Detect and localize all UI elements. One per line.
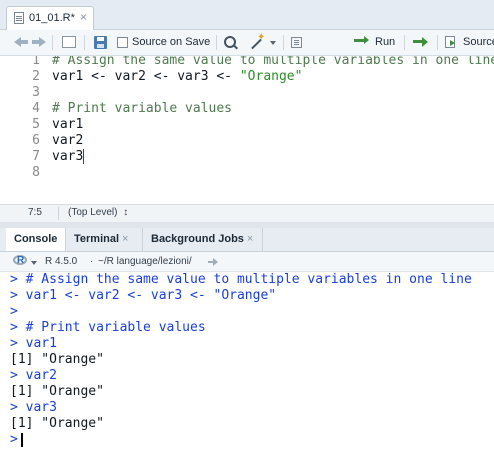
arrow-right-icon[interactable] (32, 36, 46, 48)
console-line: > var1 (10, 336, 57, 351)
console-line: > (10, 304, 18, 319)
text-cursor (83, 149, 85, 164)
code-editor[interactable]: 1 # Assign the same value to multiple va… (0, 56, 494, 204)
source-icon (445, 36, 455, 48)
console-line: [1] "Orange" (10, 416, 104, 431)
editor-status-bar: 7:5 (Top Level) ↕ (0, 204, 494, 222)
toolbar-separator (84, 35, 85, 50)
chevron-down-icon[interactable] (31, 261, 37, 265)
editor-toolbar: Source on Save Run Source (0, 30, 494, 56)
editor-tab-bar: 01_01.R* × (0, 0, 494, 30)
rerun-icon[interactable] (413, 36, 430, 48)
console-line: > # Assign the same value to multiple va… (10, 272, 472, 287)
r-file-icon (14, 12, 24, 24)
tab-label: Background Jobs (151, 233, 244, 245)
wand-icon[interactable] (249, 32, 265, 51)
code-token: var1 <- var2 <- var3 <- (52, 69, 240, 84)
share-icon[interactable] (208, 257, 218, 266)
toolbar-separator (283, 35, 284, 50)
line-number: 8 (32, 165, 40, 180)
save-icon[interactable] (94, 36, 107, 49)
line-number: 6 (32, 133, 40, 148)
cursor-position: 7:5 (28, 207, 42, 218)
scope-label: (Top Level) (68, 207, 118, 218)
line-number: 7 (32, 149, 40, 164)
toolbar-separator (437, 35, 438, 50)
show-in-window-icon[interactable] (62, 36, 76, 48)
tab-label: Terminal (74, 233, 120, 245)
close-icon[interactable]: × (122, 233, 128, 245)
tab-label: Console (14, 233, 58, 245)
prompt-symbol: > (10, 432, 18, 447)
code-line[interactable]: var3 (52, 149, 85, 165)
report-icon[interactable] (291, 37, 302, 48)
console-cursor (20, 432, 23, 447)
console-line: > # Print variable values (10, 320, 206, 335)
line-number: 2 (32, 69, 40, 84)
working-directory: ~/R language/lezioni/ (98, 256, 192, 267)
string-literal: "Orange" (239, 69, 303, 84)
close-tab-icon[interactable]: × (80, 10, 87, 24)
tab-console[interactable]: Console (6, 228, 66, 251)
code-line[interactable]: # Print variable values (52, 101, 232, 117)
scope-selector[interactable]: (Top Level) ↕ (68, 207, 128, 218)
editor-file-tab[interactable]: 01_01.R* × (6, 6, 94, 30)
line-number: 5 (32, 117, 40, 132)
console-info-bar: R R 4.5.0 · ~/R language/lezioni/ (0, 252, 494, 272)
close-icon[interactable]: × (247, 233, 253, 245)
line-number: 4 (32, 101, 40, 116)
console-line: > var3 (10, 400, 57, 415)
line-number: 3 (32, 85, 40, 100)
source-on-save-label: Source on Save (132, 36, 211, 48)
scope-arrows-icon: ↕ (123, 207, 129, 218)
console-output[interactable]: > # Assign the same value to multiple va… (0, 272, 494, 458)
toolbar-separator (404, 35, 405, 50)
r-logo-icon: R (13, 255, 27, 267)
status-separator (58, 207, 59, 220)
code-line[interactable]: var2 (52, 133, 83, 149)
r-version: R 4.5.0 (45, 256, 78, 267)
path-separator: · (90, 256, 94, 267)
file-tab-label: 01_01.R* (29, 12, 75, 24)
console-line: > var1 <- var2 <- var3 <- "Orange" (10, 288, 277, 303)
console-tab-bar: Console Terminal × Background Jobs × (0, 228, 494, 252)
toolbar-separator (216, 35, 217, 50)
search-icon[interactable] (224, 36, 237, 49)
code-line[interactable]: var1 <- var2 <- var3 <- "Orange" (52, 69, 302, 85)
code-line[interactable]: var1 (52, 117, 83, 133)
arrow-left-icon[interactable] (14, 36, 28, 48)
source-button-label: Source (463, 36, 494, 48)
tab-background-jobs[interactable]: Background Jobs × (143, 228, 263, 251)
chevron-down-icon[interactable] (270, 41, 276, 45)
console-line: > var2 (10, 368, 57, 383)
run-button-label: Run (375, 36, 396, 48)
code-line[interactable]: # Assign the same value to multiple vari… (52, 56, 494, 69)
tab-terminal[interactable]: Terminal × (66, 228, 143, 251)
toolbar-separator (52, 35, 53, 50)
console-line: [1] "Orange" (10, 384, 104, 399)
line-number: 1 (32, 56, 40, 68)
source-on-save-checkbox[interactable] (117, 37, 128, 48)
run-icon (354, 36, 369, 44)
console-line: [1] "Orange" (10, 352, 104, 367)
console-prompt[interactable]: > (10, 432, 23, 448)
code-token: var3 (52, 149, 84, 164)
